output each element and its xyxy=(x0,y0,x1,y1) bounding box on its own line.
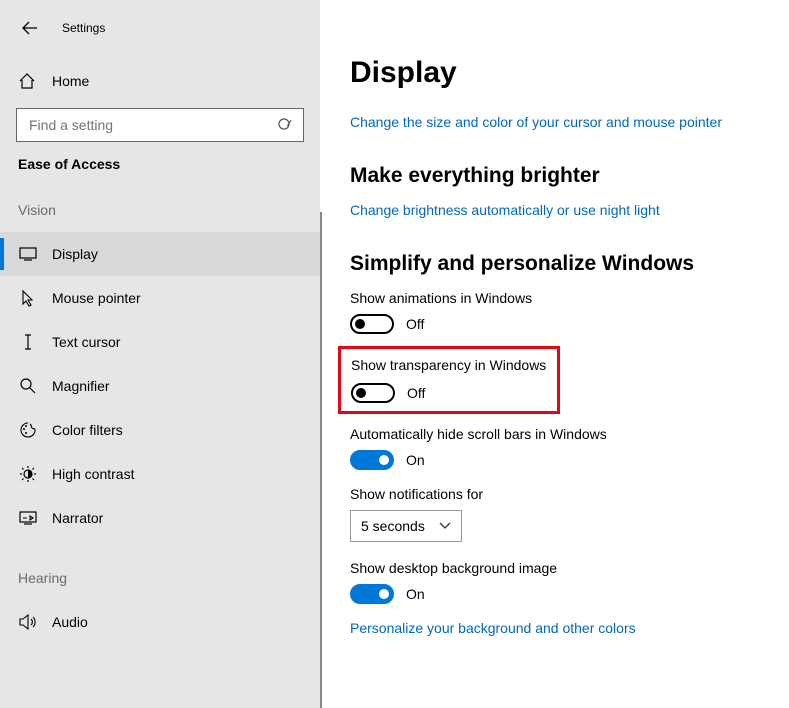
animations-toggle[interactable] xyxy=(350,314,394,334)
magnifier-icon xyxy=(18,377,38,395)
monitor-icon xyxy=(18,247,38,261)
transparency-toggle-row: Off xyxy=(351,383,547,403)
sidebar-item-label: Text cursor xyxy=(52,334,120,350)
link-brightness[interactable]: Change brightness automatically or use n… xyxy=(350,202,660,218)
sidebar-item-label: Display xyxy=(52,246,98,262)
arrow-left-icon xyxy=(22,20,38,36)
link-personalize[interactable]: Personalize your background and other co… xyxy=(350,620,636,636)
sidebar-item-magnifier[interactable]: Magnifier xyxy=(0,364,320,408)
sidebar-item-label: Mouse pointer xyxy=(52,290,141,306)
sidebar-item-label: Audio xyxy=(52,614,88,630)
contrast-icon xyxy=(18,465,38,483)
text-cursor-icon xyxy=(18,333,38,351)
group-vision: Vision xyxy=(0,202,320,218)
search-icon xyxy=(277,117,293,133)
sidebar-item-label: Narrator xyxy=(52,510,103,526)
notifications-value: 5 seconds xyxy=(361,518,425,534)
notifications-label: Show notifications for xyxy=(350,486,759,502)
animations-state: Off xyxy=(406,316,424,332)
window-title: Settings xyxy=(62,21,105,35)
bg-toggle-row: On xyxy=(350,584,759,604)
search-box[interactable] xyxy=(16,108,304,142)
notifications-dropdown[interactable]: 5 seconds xyxy=(350,510,462,542)
group-hearing: Hearing xyxy=(0,570,320,586)
animations-toggle-row: Off xyxy=(350,314,759,334)
speaker-icon xyxy=(18,614,38,630)
scrollbars-toggle[interactable] xyxy=(350,450,394,470)
transparency-label: Show transparency in Windows xyxy=(351,357,547,373)
palette-icon xyxy=(18,421,38,439)
search-input[interactable] xyxy=(27,116,247,134)
page-title: Display xyxy=(350,56,759,90)
scrollbars-state: On xyxy=(406,452,425,468)
sidebar-item-label: Magnifier xyxy=(52,378,110,394)
section-title: Ease of Access xyxy=(0,156,320,172)
scrollbars-toggle-row: On xyxy=(350,450,759,470)
bg-state: On xyxy=(406,586,425,602)
sidebar-item-text-cursor[interactable]: Text cursor xyxy=(0,320,320,364)
back-button[interactable] xyxy=(18,16,42,40)
bg-toggle[interactable] xyxy=(350,584,394,604)
sidebar-item-display[interactable]: Display xyxy=(0,232,320,276)
sidebar-item-audio[interactable]: Audio xyxy=(0,600,320,644)
heading-brighter: Make everything brighter xyxy=(350,164,759,188)
transparency-state: Off xyxy=(407,385,425,401)
chevron-down-icon xyxy=(439,522,451,530)
sidebar-item-mouse[interactable]: Mouse pointer xyxy=(0,276,320,320)
transparency-toggle[interactable] xyxy=(351,383,395,403)
heading-simplify: Simplify and personalize Windows xyxy=(350,252,759,276)
highlight-transparency: Show transparency in Windows Off xyxy=(338,346,560,414)
bg-label: Show desktop background image xyxy=(350,560,759,576)
home-label: Home xyxy=(52,73,89,89)
link-cursor-settings[interactable]: Change the size and color of your cursor… xyxy=(350,114,722,130)
animations-label: Show animations in Windows xyxy=(350,290,759,306)
content-pane: Display Change the size and color of you… xyxy=(320,0,789,708)
cursor-icon xyxy=(18,289,38,307)
sidebar-item-color-filters[interactable]: Color filters xyxy=(0,408,320,452)
sidebar: Settings Home Ease of Access Vision Disp… xyxy=(0,0,320,708)
narrator-icon xyxy=(18,511,38,525)
sidebar-item-narrator[interactable]: Narrator xyxy=(0,496,320,540)
sidebar-item-high-contrast[interactable]: High contrast xyxy=(0,452,320,496)
sidebar-item-label: Color filters xyxy=(52,422,123,438)
home-button[interactable]: Home xyxy=(0,62,320,100)
scrollbars-label: Automatically hide scroll bars in Window… xyxy=(350,426,759,442)
home-icon xyxy=(18,72,38,90)
sidebar-item-label: High contrast xyxy=(52,466,134,482)
titlebar: Settings xyxy=(0,14,320,42)
